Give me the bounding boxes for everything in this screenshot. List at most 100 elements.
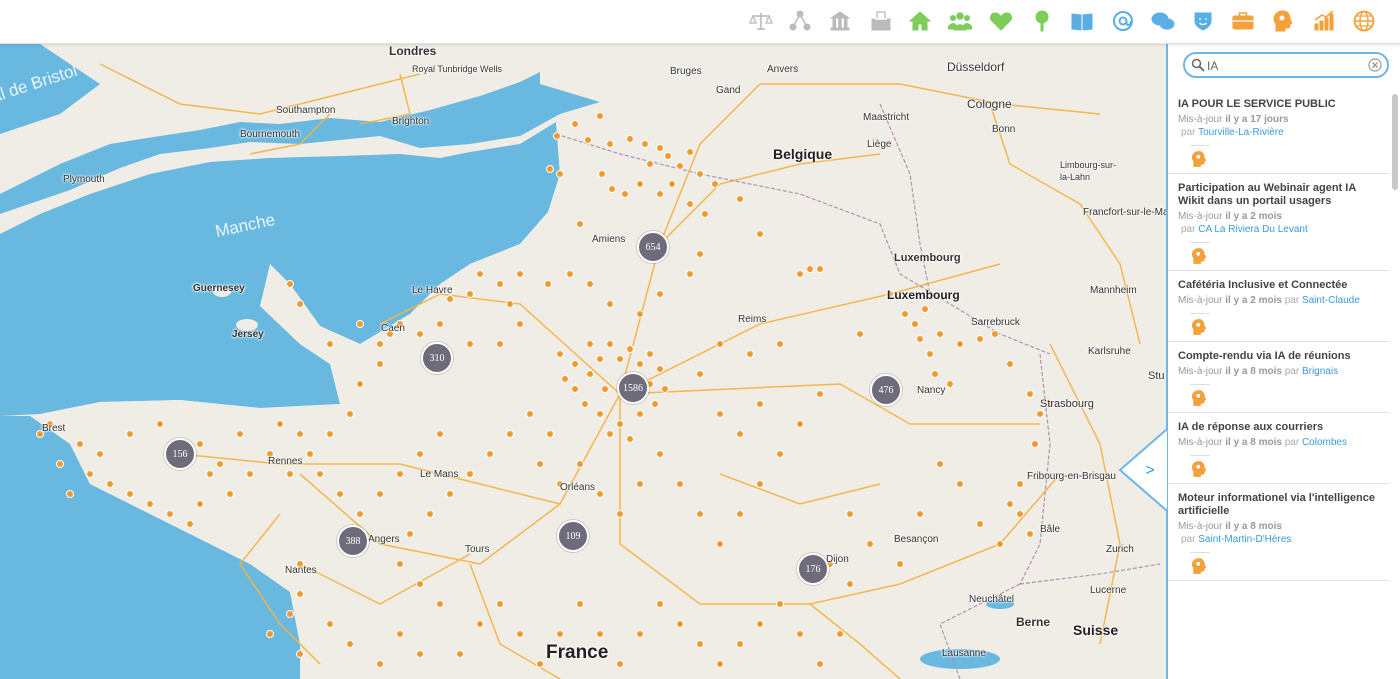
city-label: Cologne xyxy=(967,97,1012,111)
result-item[interactable]: Moteur informationel via l'intelligence … xyxy=(1168,484,1390,581)
result-item[interactable]: IA de réponse aux courriers Mis-à-jour i… xyxy=(1168,413,1390,484)
justice-scale-icon[interactable] xyxy=(749,9,773,33)
city-label: Londres xyxy=(389,44,437,58)
result-place-link[interactable]: Saint-Martin-D'Hères xyxy=(1198,534,1291,545)
brain-head-icon xyxy=(1190,242,1210,264)
results-scrollbar[interactable] xyxy=(1392,94,1398,674)
city-label: Anvers xyxy=(767,64,799,75)
globe-icon[interactable] xyxy=(1352,9,1376,33)
result-title[interactable]: Cafétéria Inclusive et Connectée xyxy=(1178,279,1380,292)
brain-head-icon xyxy=(1190,384,1210,406)
city-label: Zurich xyxy=(1106,544,1134,555)
marker-cluster[interactable]: 156 xyxy=(164,438,196,470)
city-label: Luxembourg xyxy=(894,252,961,264)
city-label: Neuchâtel xyxy=(969,594,1015,605)
clear-search-icon[interactable] xyxy=(1368,58,1382,72)
city-label: Southampton xyxy=(276,105,336,116)
city-label: Plymouth xyxy=(63,174,105,185)
at-sign-icon[interactable] xyxy=(1111,9,1135,33)
city-label: Orléans xyxy=(560,482,596,493)
city-label: Maastricht xyxy=(863,112,910,123)
country-label-luxembourg: Luxembourg xyxy=(887,288,960,302)
brain-head-icon xyxy=(1190,552,1210,574)
marker-cluster[interactable]: 654 xyxy=(637,231,669,263)
result-updated: Mis-à-jour il y a 2 mois xyxy=(1178,211,1282,222)
theater-mask-icon[interactable] xyxy=(1191,9,1215,33)
brain-head-icon[interactable] xyxy=(1271,9,1295,33)
result-title[interactable]: Participation au Webinair agent IA Wikit… xyxy=(1178,182,1380,208)
city-label: Dijon xyxy=(826,554,849,565)
marker-cluster[interactable]: 176 xyxy=(797,553,829,585)
city-label: Le Havre xyxy=(412,285,453,296)
result-place-link[interactable]: Colombes xyxy=(1302,437,1347,448)
top-toolbar xyxy=(0,0,1400,44)
result-place-link[interactable]: Saint-Claude xyxy=(1302,295,1360,306)
city-label: Royal Tunbridge Wells xyxy=(412,64,502,74)
city-label: Francfort-sur-le-Main xyxy=(1083,207,1166,218)
search-panel: IA POUR LE SERVICE PUBLIC Mis-à-jour il … xyxy=(1166,44,1400,679)
result-author: par CA La Riviera Du Levant xyxy=(1181,224,1308,235)
city-label: Jersey xyxy=(232,329,264,340)
result-title[interactable]: Compte-rendu via IA de réunions xyxy=(1178,350,1380,363)
result-item[interactable]: Compte-rendu via IA de réunions Mis-à-jo… xyxy=(1168,342,1390,413)
result-title[interactable]: Moteur informationel via l'intelligence … xyxy=(1178,492,1380,518)
search-input[interactable] xyxy=(1207,57,1357,74)
marker-cluster[interactable]: 1586 xyxy=(617,372,649,404)
marker-cluster[interactable]: 476 xyxy=(870,374,902,406)
brain-head-icon xyxy=(1190,313,1210,335)
city-label: Karlsruhe xyxy=(1088,346,1131,357)
map[interactable]: al de Bristol Manche Belgique France Sui… xyxy=(0,44,1166,679)
city-label: Rennes xyxy=(268,456,303,467)
city-label: Besançon xyxy=(894,534,939,545)
result-place-link[interactable]: CA La Riviera Du Levant xyxy=(1198,224,1308,235)
city-label: Lausanne xyxy=(942,648,986,659)
result-title[interactable]: IA POUR LE SERVICE PUBLIC xyxy=(1178,98,1380,111)
result-title[interactable]: IA de réponse aux courriers xyxy=(1178,421,1380,434)
country-label-belgique: Belgique xyxy=(773,146,833,162)
city-label: Strasbourg xyxy=(1040,398,1094,410)
book-icon[interactable] xyxy=(1070,9,1094,33)
city-label: Caen xyxy=(381,323,405,334)
city-label: Gand xyxy=(716,85,741,96)
country-label-france: France xyxy=(546,642,609,663)
country-label-suisse: Suisse xyxy=(1073,622,1119,638)
result-author: par Saint-Martin-D'Hères xyxy=(1181,534,1292,545)
result-item[interactable]: Cafétéria Inclusive et Connectée Mis-à-j… xyxy=(1168,271,1390,342)
network-icon[interactable] xyxy=(788,9,812,33)
city-label: Amiens xyxy=(592,234,626,245)
city-label: Limbourg-sur-la-Lahn xyxy=(1060,160,1117,182)
city-label: Guernesey xyxy=(193,283,245,294)
ballot-box-icon[interactable] xyxy=(869,9,893,33)
city-label: Nancy xyxy=(917,385,946,396)
result-place-link[interactable]: Tourville-La-Rivière xyxy=(1198,127,1284,138)
result-item[interactable]: IA POUR LE SERVICE PUBLIC Mis-à-jour il … xyxy=(1168,90,1390,174)
city-label: Sarrebruck xyxy=(971,317,1020,328)
people-icon[interactable] xyxy=(948,9,972,33)
city-label: Bournemouth xyxy=(240,129,301,140)
marker-cluster[interactable]: 109 xyxy=(557,520,589,552)
handshake-heart-icon[interactable] xyxy=(989,9,1013,33)
city-label: Tours xyxy=(465,544,490,555)
city-label: Bruges xyxy=(670,66,702,77)
city-label: Fribourg-en-Brisgau xyxy=(1027,471,1116,482)
marker-cluster[interactable]: 310 xyxy=(421,342,453,374)
marker-cluster[interactable]: 388 xyxy=(337,525,369,557)
chevron-right-icon: > xyxy=(1145,462,1154,479)
city-label: Brighton xyxy=(392,116,430,127)
map-base xyxy=(0,44,1166,679)
briefcase-icon[interactable] xyxy=(1231,9,1255,33)
growth-chart-icon[interactable] xyxy=(1312,9,1336,33)
scrollbar-thumb[interactable] xyxy=(1392,94,1398,190)
institution-icon[interactable] xyxy=(828,9,852,33)
city-label: Nantes xyxy=(285,565,317,576)
result-updated: Mis-à-jour il y a 8 mois par Colombes xyxy=(1178,437,1347,448)
results-list: IA POUR LE SERVICE PUBLIC Mis-à-jour il … xyxy=(1168,90,1390,581)
result-place-link[interactable]: Brignais xyxy=(1302,366,1338,377)
result-item[interactable]: Participation au Webinair agent IA Wikit… xyxy=(1168,174,1390,271)
chat-bubbles-icon[interactable] xyxy=(1151,9,1175,33)
result-updated: Mis-à-jour il y a 8 mois xyxy=(1178,521,1282,532)
home-icon[interactable] xyxy=(908,9,932,33)
tree-icon[interactable] xyxy=(1030,9,1054,33)
panel-collapse-tab[interactable]: > xyxy=(1114,425,1169,515)
brain-head-icon xyxy=(1190,145,1210,167)
